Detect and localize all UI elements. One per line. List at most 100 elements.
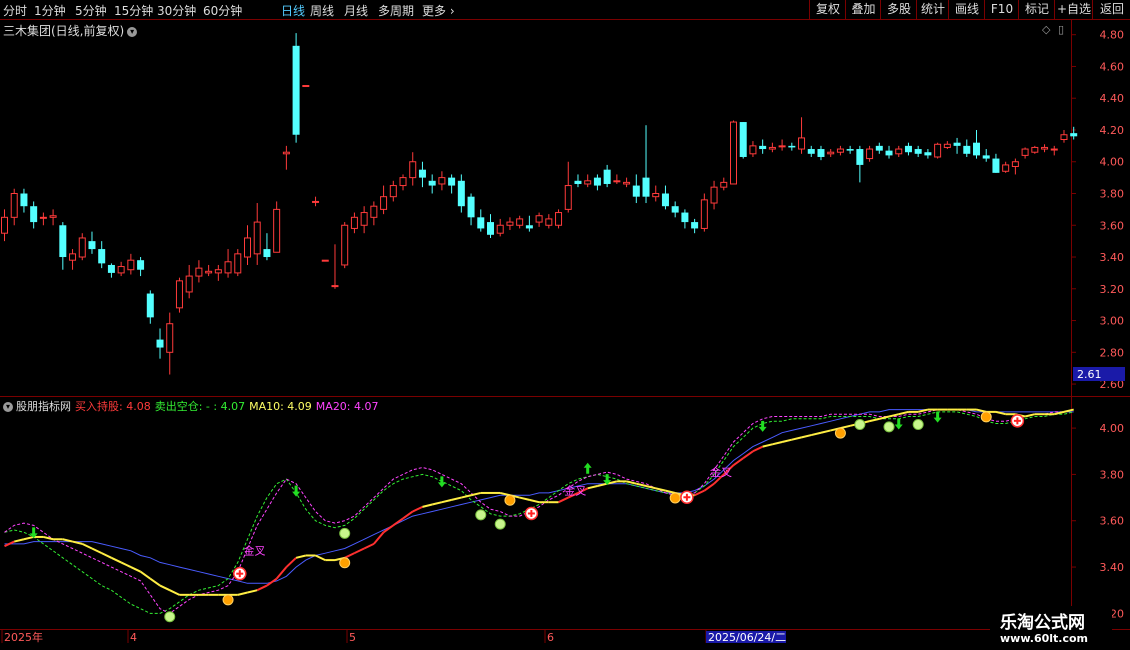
candle-body (409, 161, 417, 179)
candle-body (778, 145, 786, 148)
candle-body (885, 150, 893, 156)
ma10-segment (120, 561, 132, 568)
ma10-segment (169, 589, 180, 596)
candle-body (292, 45, 300, 135)
ind-ytick-label: 3.60 (1100, 515, 1125, 528)
candle-body (399, 177, 407, 187)
candle-body (798, 137, 806, 150)
apple-icon (164, 611, 176, 623)
candle-body (205, 270, 213, 274)
candle-body (807, 149, 815, 154)
candle-body (846, 149, 854, 151)
candle-body (973, 142, 980, 156)
candle-body (943, 143, 951, 148)
ma10-segment (636, 482, 647, 487)
ind-ytick-label: 3.40 (1100, 561, 1125, 574)
ma10-segment (266, 577, 278, 587)
candle-body (1011, 161, 1019, 168)
candle-body (739, 122, 747, 157)
ma10-segment (363, 542, 375, 550)
candle-body (895, 148, 903, 155)
ma10-segment (315, 554, 326, 562)
buy-line (4, 409, 1074, 614)
candle-body (817, 149, 825, 157)
candle-body (224, 261, 232, 274)
candle-body (457, 180, 465, 207)
candle-body (146, 293, 154, 318)
ma10-segment (149, 577, 161, 587)
ma10-segment (81, 542, 93, 550)
ma20-line (4, 409, 1074, 584)
candle-body (914, 149, 922, 154)
candle-body (613, 180, 621, 183)
kline-chart[interactable]: 2.602.803.003.203.403.603.804.004.204.40… (0, 0, 1130, 650)
candle-body (632, 185, 640, 197)
ma10-segment (820, 429, 831, 434)
sell-line (4, 411, 1074, 614)
candle-body (214, 269, 222, 274)
golden-cross-label: 金叉 (710, 465, 732, 479)
buy-arrow-icon (894, 418, 903, 430)
xaxis-label: 2025/06/24/二 (708, 631, 786, 644)
candle-body (710, 186, 718, 204)
candle-body (137, 260, 145, 270)
candle-body (321, 259, 329, 262)
candle-body (302, 85, 310, 88)
ma10-segment (626, 480, 637, 485)
candle-body (175, 280, 183, 309)
ytick-label: 3.20 (1100, 283, 1125, 296)
orange-icon (222, 594, 234, 606)
candle-body (195, 267, 203, 277)
candle-body (671, 206, 679, 213)
candle-body (535, 215, 543, 223)
ma10-segment (869, 417, 880, 423)
ma10-segment (791, 436, 802, 441)
candle-body (234, 253, 242, 274)
candle-body (487, 222, 494, 235)
ma10-segment (587, 485, 598, 490)
candle-body (263, 249, 271, 258)
candle-body (312, 200, 320, 203)
candle-body (185, 275, 193, 293)
ma10-segment (645, 485, 656, 490)
ma10-segment (101, 552, 112, 559)
ma10-segment (43, 535, 54, 541)
candle-body (904, 145, 912, 153)
watermark-url: www.60lt.com (1000, 632, 1089, 645)
candle-body (730, 121, 737, 185)
ma10-segment (451, 496, 462, 501)
candle-body (244, 237, 251, 258)
sell-arrow-icon (583, 462, 592, 474)
ma10-segment (558, 496, 569, 504)
candle-body (253, 221, 261, 255)
ma10-segment (898, 410, 909, 416)
ytick-label: 3.80 (1100, 188, 1125, 201)
candle-body (428, 180, 436, 186)
candle-body (1070, 133, 1078, 137)
ytick-label: 2.80 (1100, 346, 1125, 359)
ma10-segment (431, 501, 443, 506)
ma10-segment (402, 510, 414, 520)
candle-body (467, 196, 475, 218)
candle-body (331, 285, 339, 288)
orange-icon (980, 411, 992, 423)
apple-icon (475, 509, 487, 521)
candle-body (10, 193, 18, 218)
candle-body (1050, 148, 1058, 151)
ind-ytick-label: 3.80 (1100, 468, 1125, 481)
ma10-segment (752, 445, 764, 453)
candle-body (98, 249, 106, 264)
ma10-segment (285, 557, 297, 568)
ma10-segment (159, 584, 171, 592)
ytick-label: 4.20 (1100, 124, 1125, 137)
ma10-segment (811, 431, 822, 437)
orange-icon (504, 494, 516, 506)
candle-body (1002, 164, 1010, 172)
candle-body (448, 177, 456, 186)
ma10-segment (801, 434, 812, 439)
candle-body (166, 323, 174, 353)
candle-body (982, 155, 990, 159)
candle-body (282, 151, 290, 155)
candle-body (593, 177, 601, 186)
candle-body (506, 221, 514, 226)
